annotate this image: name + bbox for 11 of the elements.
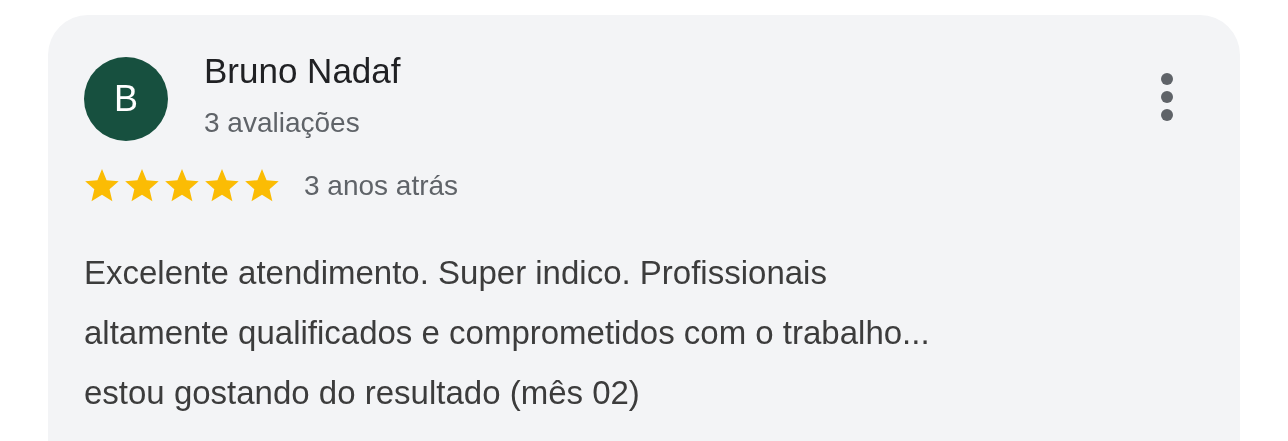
review-text: Excelente atendimento. Super indico. Profissionais altamente qualificados e comprometidos com o trabalho... estou gostando do resultado (mês 02) <box>84 253 931 413</box>
star-icon <box>84 169 120 203</box>
review-count: 3 avaliações <box>204 106 361 140</box>
reviewer-name[interactable]: Bruno Nadaf <box>204 51 401 91</box>
star-icon <box>244 169 280 203</box>
star-icon <box>164 169 200 203</box>
more-options-icon[interactable] <box>1160 73 1174 121</box>
avatar: B <box>84 57 168 141</box>
review-date: 3 anos atrás <box>304 170 459 202</box>
star-icon <box>124 169 160 203</box>
star-icon <box>204 169 240 203</box>
